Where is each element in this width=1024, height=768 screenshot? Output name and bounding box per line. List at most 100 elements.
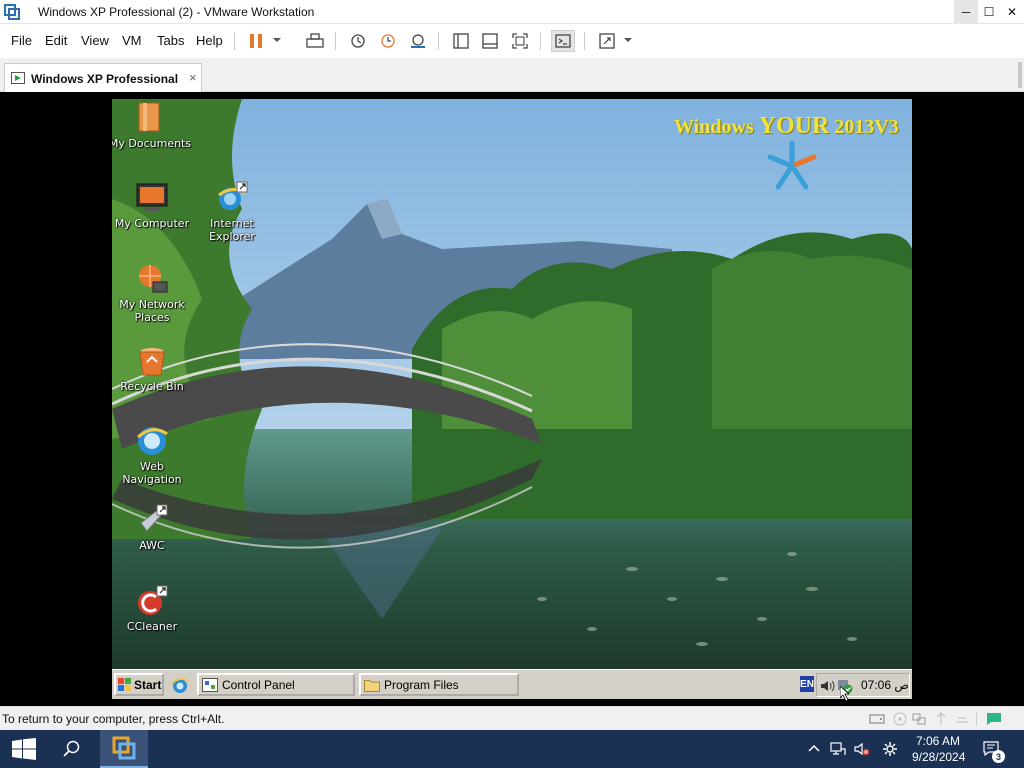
desktop-icon-label: CCleaner [126,620,178,633]
quick-launch-ie-icon[interactable] [170,675,190,695]
volume-icon[interactable] [819,678,835,694]
keyboard-icon [306,33,324,48]
take-snapshot-button[interactable] [346,30,370,52]
menu-view[interactable]: View [81,33,109,48]
desktop-icon-awc[interactable]: AWC [112,503,194,552]
recycle-bin-icon [139,348,165,376]
desktop-icon-internet-explorer[interactable]: Internet Explorer [190,181,274,243]
web-navigation-icon [137,427,168,455]
taskbar-button-label: Program Files [384,677,459,692]
desktop-icon-label: Web Navigation [122,460,182,486]
vmware-app-icon [4,4,20,20]
start-button[interactable]: Start [114,673,164,696]
network-icon[interactable] [830,741,846,757]
network-adapter-icon[interactable] [911,712,927,726]
host-taskbar: 7:06 AM 9/28/2024 3 [0,730,1024,768]
taskbar-button-program-files[interactable]: Program Files [359,673,519,696]
brand-mid: YOUR [758,113,830,139]
language-indicator[interactable]: EN [800,676,814,692]
system-tray: 07:06 ص [816,673,910,697]
folder-icon [364,679,380,692]
control-panel-icon [202,677,218,692]
snapshot-manager-button[interactable] [406,30,430,52]
desktop-icon-my-documents[interactable]: My Documents [112,101,192,150]
close-button[interactable]: ✕ [1000,0,1024,24]
revert-snapshot-button[interactable] [376,30,400,52]
tab-scroll-handle[interactable] [1018,62,1022,88]
desktop-icon-ccleaner[interactable]: CCleaner [112,584,194,633]
power-dropdown-icon[interactable] [273,38,281,42]
brand-prefix: Windows [674,116,759,138]
desktop-icon-web-navigation[interactable]: Web Navigation [112,424,194,486]
desktop-icon-label: Recycle Bin [120,380,184,393]
taskbar-button-control-panel[interactable]: Control Panel [197,673,355,696]
host-date: 9/28/2024 [912,750,966,764]
desktop-icon-label: My Documents [112,137,192,150]
settings-gear-icon[interactable] [882,741,898,757]
library-panel-icon [453,33,469,49]
toolbar-separator [438,32,439,50]
message-log-icon[interactable] [986,712,1002,726]
my-documents-icon [138,102,160,132]
thumbnail-bar-icon [482,33,498,49]
menu-vm[interactable]: VM [122,33,142,48]
terminal-icon [555,34,571,48]
cd-drive-icon[interactable] [892,712,908,726]
toolbar-separator [335,32,336,50]
pause-button[interactable] [244,30,268,52]
tab-vm[interactable]: Windows XP Professional (... × [4,63,202,92]
search-icon [63,740,80,757]
my-computer-icon [136,183,168,211]
send-ctrl-alt-del-button[interactable] [303,30,327,52]
host-start-button[interactable] [0,730,48,768]
host-clock[interactable]: 7:06 AM 9/28/2024 [912,733,966,765]
desktop-icon-recycle-bin[interactable]: Recycle Bin [112,344,194,393]
pause-icon [250,34,262,48]
console-view-button[interactable] [551,30,575,52]
tab-close-icon[interactable]: × [189,70,197,85]
tab-strip: Windows XP Professional (... × [0,58,1024,92]
title-bar: Windows XP Professional (2) - VMware Wor… [0,0,1024,24]
maximize-button[interactable]: ☐ [977,0,1001,24]
snapshot-clock-icon [351,34,365,48]
full-screen-button[interactable] [508,30,532,52]
volume-muted-icon[interactable] [854,741,870,757]
show-library-button[interactable] [449,30,473,52]
toolbar-separator [234,32,235,50]
host-search-button[interactable] [48,730,96,768]
desktop-icon-my-network-places[interactable]: My Network Places [112,262,194,324]
awc-icon [140,504,168,532]
usb-device-icon[interactable] [933,712,949,726]
stretch-guest-button[interactable] [595,30,619,52]
start-label: Start [134,677,162,692]
internet-explorer-icon [218,181,248,210]
show-hidden-icons-chevron-icon[interactable] [806,741,822,757]
revert-snapshot-icon [381,34,395,48]
desktop-icon-my-computer[interactable]: My Computer [112,181,194,230]
brand-suffix: 2013V3 [829,116,899,138]
guest-screen[interactable]: Windows YOUR 2013V3 My Documents My Comp… [112,99,912,699]
tab-label: Windows XP Professional (... [31,72,181,86]
stretch-dropdown-icon[interactable] [624,38,632,42]
status-separator [976,712,977,726]
windows-logo-icon [12,738,36,760]
show-thumbnail-bar-button[interactable] [478,30,502,52]
sound-card-icon[interactable] [954,712,970,726]
menu-help[interactable]: Help [196,33,223,48]
wallpaper-brand-text: Windows YOUR 2013V3 [674,113,899,140]
notification-count-badge: 3 [992,750,1005,763]
full-screen-icon [512,33,528,49]
host-vmware-taskbar-button[interactable] [100,730,148,768]
window-title: Windows XP Professional (2) - VMware Wor… [38,5,315,19]
ccleaner-icon [138,585,168,615]
menu-edit[interactable]: Edit [45,33,67,48]
desktop-icon-label: My Network Places [119,298,185,324]
taskbar-button-label: Control Panel [222,677,295,692]
snapshot-manager-icon [411,34,425,48]
hard-disk-icon[interactable] [869,712,885,726]
minimize-button[interactable]: ─ [954,0,978,24]
network-places-icon [139,265,168,293]
brand-star-logo [767,140,817,190]
menu-file[interactable]: File [11,33,32,48]
menu-tabs[interactable]: Tabs [157,33,184,48]
